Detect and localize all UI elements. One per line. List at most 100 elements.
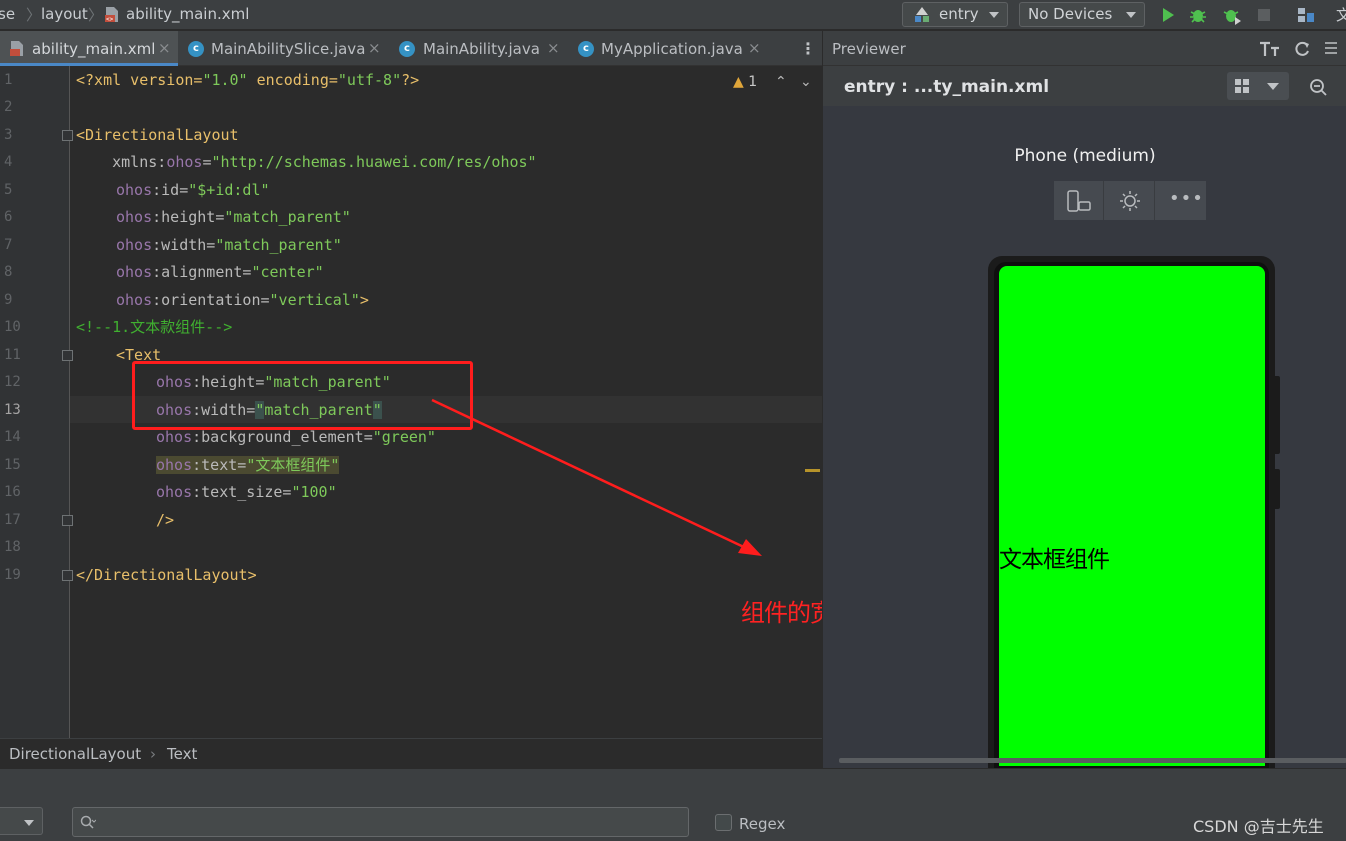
layout-mode-select[interactable] [1227, 72, 1289, 100]
structure-breadcrumb: DirectionalLayout › Text [0, 738, 822, 768]
fold-marker[interactable] [62, 350, 73, 361]
breadcrumb-module[interactable]: se [0, 5, 15, 23]
grid-icon [1235, 79, 1249, 93]
inspection-widget[interactable]: ▲ 1 [733, 74, 757, 90]
code-line-3: <DirectionalLayout [76, 126, 239, 144]
fold-marker[interactable] [62, 130, 73, 141]
line-number: 14 [4, 429, 21, 445]
line-number: 8 [4, 264, 13, 280]
code-line-4: xmlns:ohos="http://schemas.huawei.com/re… [76, 153, 537, 171]
debug-icon[interactable] [1188, 5, 1208, 25]
xml-file-icon: <> [105, 7, 118, 23]
previewer-panel: Previewer entry : ...ty_main.xml Phone (… [822, 31, 1346, 796]
tab-label: MyApplication.java [601, 40, 743, 58]
regex-label: Regex [739, 815, 786, 833]
more-options-button[interactable]: ••• [1156, 181, 1206, 220]
search-icon [80, 815, 96, 829]
line-number: 2 [4, 99, 13, 115]
chevron-up-icon[interactable]: ⌃ [775, 74, 787, 90]
tab-label: ability_main.xml [32, 40, 156, 58]
code-line-9: ohos:orientation="vertical"> [116, 291, 369, 309]
navigation-bar: se 〉 layout 〉 <> ability_main.xml entry … [0, 0, 1346, 30]
line-number: 17 [4, 512, 21, 528]
sun-icon [1120, 191, 1140, 211]
breadcrumb-directional-layout[interactable]: DirectionalLayout [9, 745, 141, 763]
stop-icon[interactable] [1254, 5, 1274, 25]
tab-label: MainAbilitySlice.java [211, 40, 366, 58]
tab-ability-main-xml[interactable]: ability_main.xml × [0, 31, 178, 66]
line-number: 1 [4, 72, 13, 88]
close-icon[interactable]: × [158, 39, 171, 57]
theme-toggle-button[interactable] [1105, 181, 1155, 220]
line-number: 10 [4, 319, 21, 335]
run-config-label: entry [939, 5, 979, 23]
annotation-highlight-box [132, 361, 473, 430]
module-icon [915, 7, 929, 22]
line-number: 9 [4, 292, 13, 308]
chevron-down-icon [24, 820, 34, 826]
fold-marker[interactable] [62, 515, 73, 526]
tab-main-ability-slice[interactable]: c MainAbilitySlice.java × [178, 31, 386, 66]
line-number: 5 [4, 182, 13, 198]
device-action-bar: ••• [1054, 181, 1206, 220]
breadcrumb-file[interactable]: ability_main.xml [126, 5, 249, 23]
translate-icon[interactable]: 文 [1336, 4, 1346, 25]
close-icon[interactable]: × [547, 39, 560, 57]
previewer-title: Previewer [832, 40, 906, 58]
device-rotate-icon [1067, 190, 1091, 212]
code-line-7: ohos:width="match_parent" [116, 236, 342, 254]
line-number: 12 [4, 374, 21, 390]
tab-main-ability[interactable]: c MainAbility.java × [386, 31, 566, 66]
attach-debugger-icon[interactable] [1222, 5, 1242, 25]
code-line-19: </DirectionalLayout> [76, 566, 257, 584]
phone-side-button [1275, 376, 1280, 454]
line-number-current: 13 [4, 402, 21, 418]
phone-side-button [1275, 469, 1280, 509]
java-class-icon: c [399, 41, 415, 57]
preview-text-component: 文本框组件 [999, 547, 1110, 573]
breadcrumb-separator: › [150, 745, 156, 763]
zoom-out-icon[interactable] [1309, 78, 1329, 98]
phone-screen[interactable]: 文本框组件 [999, 266, 1265, 766]
previewer-toolbar: entry : ...ty_main.xml [823, 66, 1346, 106]
line-number: 18 [4, 539, 21, 555]
fold-marker[interactable] [62, 570, 73, 581]
code-line-10-comment: <!--1.文本款组件--> [76, 318, 233, 336]
search-input[interactable] [72, 807, 689, 837]
font-size-icon[interactable] [1259, 40, 1281, 58]
refresh-icon[interactable] [1293, 40, 1311, 58]
watermark-text: CSDN @吉士先生 [1193, 817, 1324, 836]
regex-checkbox[interactable] [715, 814, 732, 831]
breadcrumb-layout[interactable]: layout [41, 5, 88, 23]
chevron-down-icon [989, 12, 999, 18]
breadcrumb-separator: 〉 [26, 6, 42, 24]
code-line-16: ohos:text_size="100" [156, 483, 337, 501]
horizontal-scrollbar[interactable] [839, 758, 1346, 763]
line-number: 6 [4, 209, 13, 225]
more-tabs-icon[interactable]: ⋮ [800, 39, 816, 58]
project-structure-icon[interactable] [1296, 5, 1316, 25]
run-icon[interactable] [1158, 5, 1178, 25]
tab-label: MainAbility.java [423, 40, 540, 58]
run-config-select[interactable]: entry [902, 2, 1008, 27]
breadcrumb-text[interactable]: Text [167, 745, 197, 763]
line-gutter: 1 2 3 4 5 6 7 8 9 10 11 12 13 14 15 16 1… [0, 66, 100, 738]
device-name-label: Phone (medium) [1014, 146, 1156, 166]
search-history-select[interactable] [0, 807, 43, 835]
svg-text:<>: <> [106, 16, 114, 23]
error-stripe-marker[interactable] [805, 469, 820, 472]
close-icon[interactable]: × [748, 39, 761, 57]
java-class-icon: c [578, 41, 594, 57]
close-icon[interactable]: × [368, 39, 381, 57]
chevron-down-icon [1126, 12, 1136, 18]
line-number: 3 [4, 127, 13, 143]
device-select[interactable]: No Devices [1019, 2, 1145, 27]
rotate-device-button[interactable] [1054, 181, 1104, 220]
chevron-down-icon[interactable]: ⌄ [800, 74, 812, 90]
code-line-14: ohos:background_element="green" [156, 428, 436, 446]
breadcrumb-separator: 〉 [88, 6, 104, 24]
more-icon[interactable] [1323, 40, 1341, 58]
code-line-8: ohos:alignment="center" [116, 263, 324, 281]
tab-my-application[interactable]: c MyApplication.java × [566, 31, 784, 66]
code-line-1: <?xml version="1.0" encoding="utf-8"?> [76, 71, 420, 89]
